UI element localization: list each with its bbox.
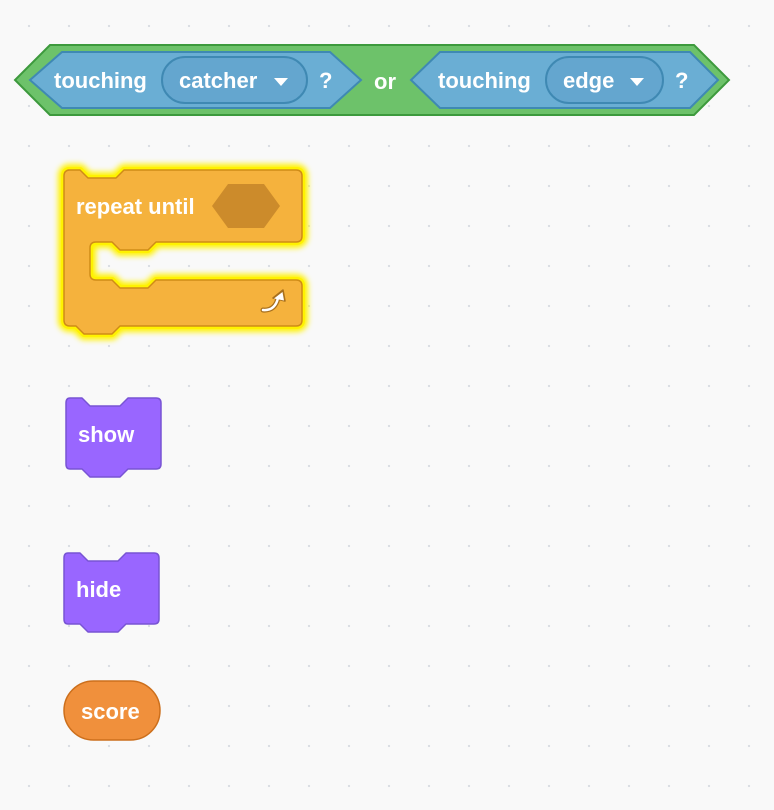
or-operator-block[interactable]: touching catcher ? or touching edge ? bbox=[0, 0, 774, 130]
rotate-arrow-icon bbox=[260, 289, 286, 313]
show-block-shape bbox=[65, 397, 162, 478]
caret-down-icon[interactable] bbox=[273, 77, 289, 87]
hide-block[interactable]: hide bbox=[58, 547, 168, 642]
score-reporter-shape bbox=[63, 680, 161, 741]
repeat-until-block[interactable]: repeat until bbox=[40, 150, 330, 360]
hide-block-shape bbox=[63, 552, 160, 633]
score-reporter-block[interactable]: score bbox=[62, 680, 162, 742]
sprite-menu-catcher[interactable]: catcher bbox=[179, 68, 257, 94]
show-block[interactable]: show bbox=[60, 392, 170, 487]
sprite-menu-edge[interactable]: edge bbox=[563, 68, 614, 94]
repeat-until-shape bbox=[58, 164, 308, 340]
caret-down-icon[interactable] bbox=[629, 77, 645, 87]
boolean-input-slot[interactable] bbox=[210, 182, 282, 230]
